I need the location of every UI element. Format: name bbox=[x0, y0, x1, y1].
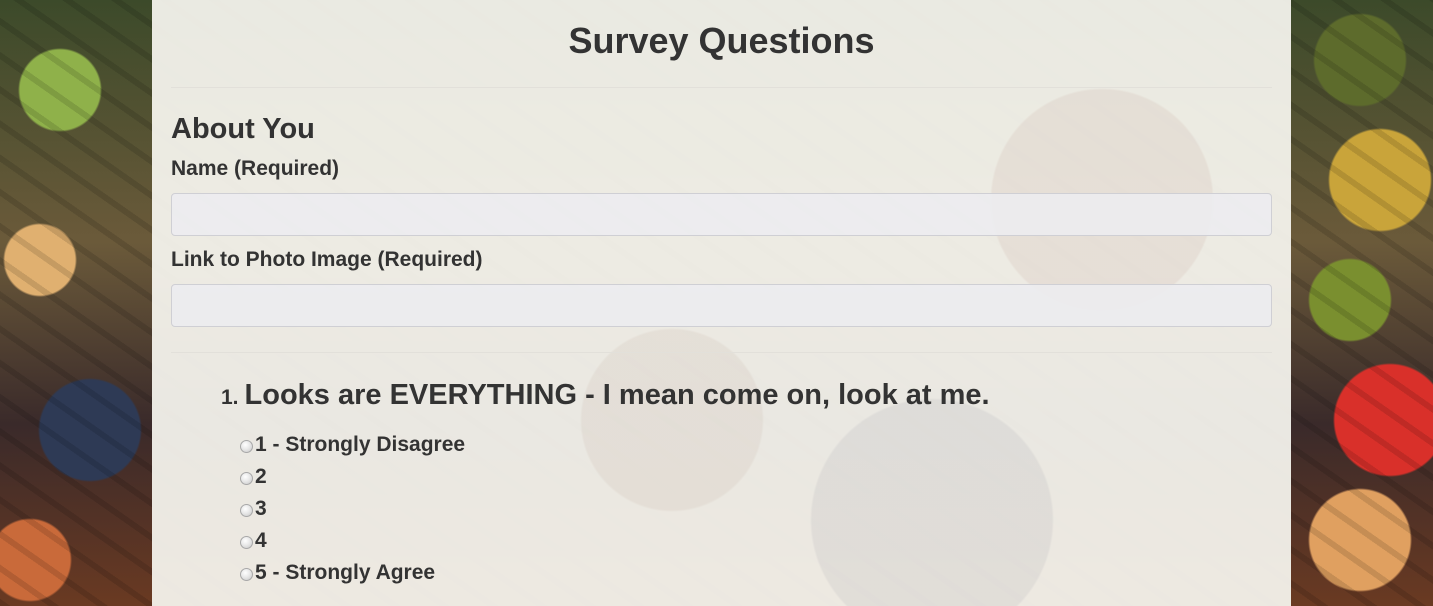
question-text: Looks are EVERYTHING - I mean come on, l… bbox=[244, 379, 990, 411]
photo-link-label: Link to Photo Image (Required) bbox=[171, 248, 483, 271]
section-divider bbox=[171, 352, 1272, 353]
radio-button[interactable] bbox=[240, 567, 253, 581]
option-label: 4 bbox=[255, 529, 267, 552]
radio-button[interactable] bbox=[240, 471, 253, 485]
option-label: 2 bbox=[255, 465, 267, 488]
option-3[interactable]: 3 bbox=[240, 493, 1272, 525]
question-item: 1. Looks are EVERYTHING - I mean come on,… bbox=[221, 378, 1272, 589]
survey-content: Survey Questions About You Name (Require… bbox=[171, 0, 1272, 589]
question-1-options: 1 - Strongly Disagree 2 3 4 5 - Strongly… bbox=[221, 429, 1272, 589]
radio-button[interactable] bbox=[240, 439, 253, 453]
option-5[interactable]: 5 - Strongly Agree bbox=[240, 557, 1272, 589]
radio-button[interactable] bbox=[240, 535, 253, 549]
option-1[interactable]: 1 - Strongly Disagree bbox=[240, 429, 1272, 461]
option-label: 5 - Strongly Agree bbox=[255, 561, 436, 584]
option-label: 1 - Strongly Disagree bbox=[255, 433, 466, 456]
name-input[interactable] bbox=[171, 193, 1272, 236]
option-4[interactable]: 4 bbox=[240, 525, 1272, 557]
photo-link-input[interactable] bbox=[171, 284, 1272, 327]
about-heading: About You bbox=[171, 113, 315, 145]
question-1: 1. Looks are EVERYTHING - I mean come on,… bbox=[221, 378, 1272, 415]
radio-button[interactable] bbox=[240, 503, 253, 517]
name-label: Name (Required) bbox=[171, 157, 340, 180]
question-number: 1. bbox=[221, 386, 239, 409]
question-list: 1. Looks are EVERYTHING - I mean come on,… bbox=[171, 378, 1272, 589]
page-title: Survey Questions bbox=[568, 20, 875, 61]
option-2[interactable]: 2 bbox=[240, 461, 1272, 493]
survey-panel: Survey Questions About You Name (Require… bbox=[152, 0, 1291, 606]
option-label: 3 bbox=[255, 497, 267, 520]
